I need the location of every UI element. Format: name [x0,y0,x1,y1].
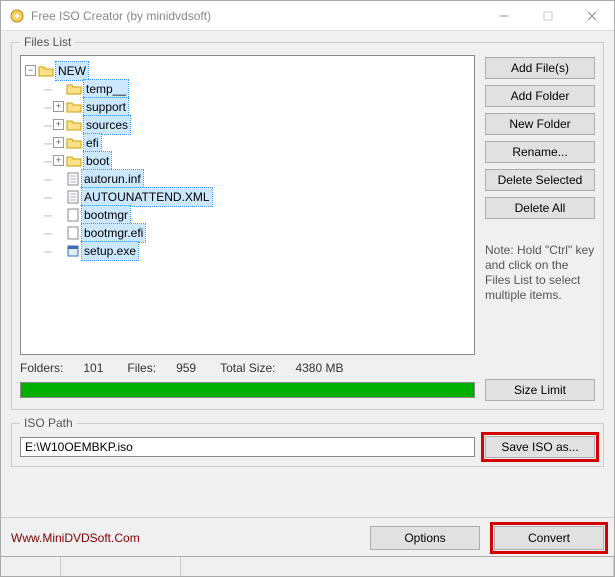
expand-icon[interactable]: + [53,137,64,148]
delete-selected-button[interactable]: Delete Selected [485,169,595,191]
maximize-button[interactable] [526,1,570,31]
delete-all-button[interactable]: Delete All [485,197,595,219]
stats-row: Folders: 101 Files: 959 Total Size: 4380 MB [20,361,475,375]
add-files-button[interactable]: Add File(s) [485,57,595,79]
tree-item-label: boot [84,152,111,170]
files-label: Files: [127,361,156,375]
tree-item-label: sources [84,116,130,134]
tree-item-label: autorun.inf [82,170,143,188]
size-bar [20,382,475,398]
note-text: Note: Hold "Ctrl" key and click on the F… [485,243,595,303]
iso-path-legend: ISO Path [20,416,77,430]
iso-path-input[interactable] [20,437,475,457]
minimize-button[interactable] [482,1,526,31]
folders-value: 101 [83,361,103,375]
tree-root-label[interactable]: NEW [56,62,88,80]
file-icon [66,242,80,260]
expand-icon[interactable]: + [53,119,64,130]
expand-icon[interactable]: + [53,155,64,166]
tree-item[interactable]: ····bootmgr [43,206,130,224]
new-folder-button[interactable]: New Folder [485,113,595,135]
tree-item[interactable]: ····+boot [43,152,111,170]
folders-label: Folders: [20,361,63,375]
tree-item-label: bootmgr.efi [82,224,145,242]
folder-icon [66,98,82,116]
app-window: Free ISO Creator (by minidvdsoft) Files … [0,0,615,577]
convert-button[interactable]: Convert [494,526,604,550]
tree-item-label: support [84,98,128,116]
tree-item-label: efi [84,134,101,152]
file-icon [66,170,80,188]
expand-icon[interactable]: + [53,101,64,112]
file-icon [66,188,80,206]
tree-item[interactable]: ····AUTOUNATTEND.XML [43,188,212,206]
options-button[interactable]: Options [370,526,480,550]
save-iso-button[interactable]: Save ISO as... [485,436,595,458]
add-folder-button[interactable]: Add Folder [485,85,595,107]
window-title: Free ISO Creator (by minidvdsoft) [31,9,482,23]
tree-item-label: temp__ [84,80,128,98]
file-icon [66,206,80,224]
tree-item[interactable]: ····+sources [43,116,130,134]
folder-icon [66,116,82,134]
files-value: 959 [176,361,196,375]
tree-item[interactable]: ····autorun.inf [43,170,143,188]
app-icon [9,8,25,24]
folder-icon [66,134,82,152]
size-limit-button[interactable]: Size Limit [485,379,595,401]
tree-item-label: AUTOUNATTEND.XML [82,188,212,206]
tree-item[interactable]: ····bootmgr.efi [43,224,145,242]
rename-button[interactable]: Rename... [485,141,595,163]
files-tree[interactable]: − NEW ····temp__····+support····+sources… [20,55,475,355]
files-list-fieldset: Files List − NEW ····temp__····+support [11,35,604,410]
tree-item[interactable]: ····+support [43,98,128,116]
iso-path-fieldset: ISO Path Save ISO as... [11,416,604,467]
bottom-bar: Www.MiniDVDSoft.Com Options Convert [1,517,614,556]
tree-item[interactable]: ····setup.exe [43,242,138,260]
size-bar-fill [21,383,474,397]
tree-item[interactable]: ····temp__ [43,80,128,98]
status-bar [1,556,614,576]
close-button[interactable] [570,1,614,31]
folder-icon [66,80,82,98]
tree-item[interactable]: ····+efi [43,134,101,152]
collapse-icon[interactable]: − [25,65,36,76]
totalsize-value: 4380 MB [295,361,343,375]
totalsize-label: Total Size: [220,361,275,375]
website-link[interactable]: Www.MiniDVDSoft.Com [11,531,140,545]
titlebar: Free ISO Creator (by minidvdsoft) [1,1,614,31]
tree-item-label: setup.exe [82,242,138,260]
tree-item-label: bootmgr [82,206,130,224]
files-list-legend: Files List [20,35,75,49]
folder-open-icon [38,62,54,80]
folder-icon [66,152,82,170]
file-icon [66,224,80,242]
